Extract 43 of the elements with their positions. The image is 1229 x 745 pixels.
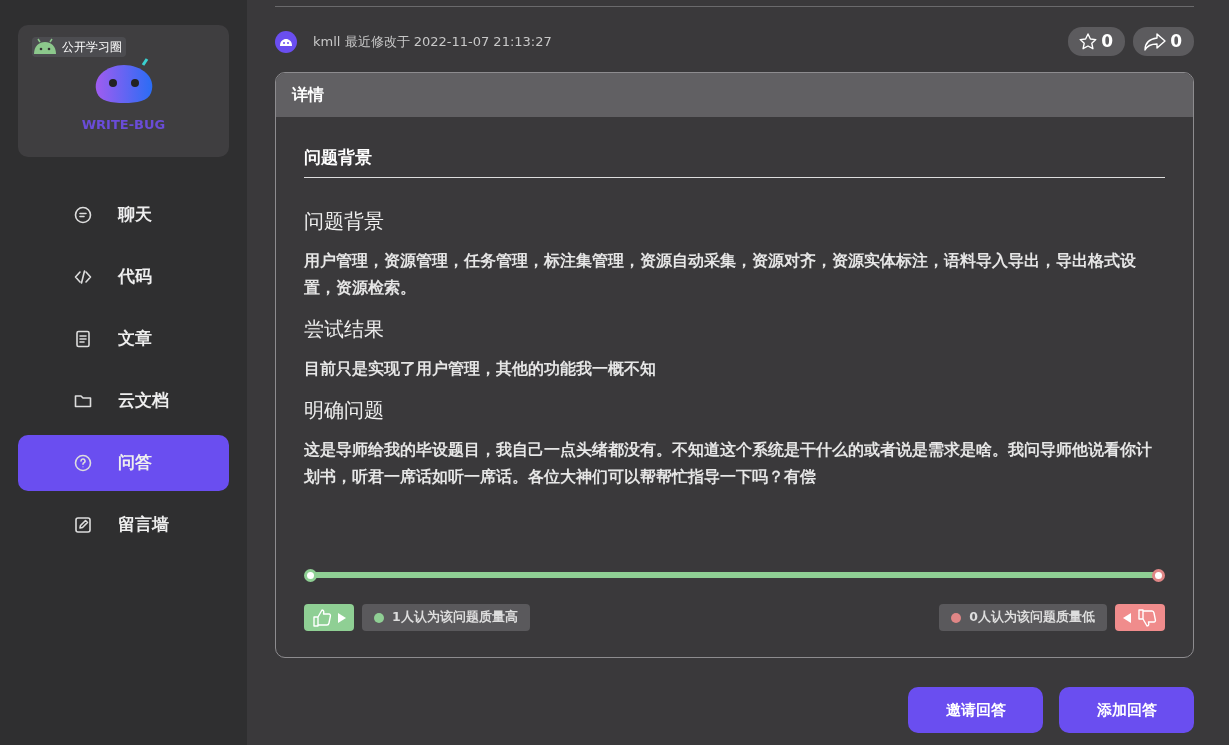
content-paragraph: 用户管理，资源管理，任务管理，标注集管理，资源自动采集，资源对齐，资源实体标注，语料导入导出，导出格式设置，资源检索。 xyxy=(304,250,1137,299)
thumbs-down-icon xyxy=(1137,607,1157,628)
downvote-count: 0人认为该问题质量低 xyxy=(939,604,1107,631)
star-icon xyxy=(1078,31,1099,52)
answer-button[interactable]: 添加回答 xyxy=(1059,687,1194,733)
share-button[interactable]: 0 xyxy=(1133,27,1194,56)
content-paragraph: 目前只是实现了用户管理，其他的功能我一概不知 xyxy=(304,358,657,380)
nav-item[interactable]: 云文档 xyxy=(18,373,229,429)
play-left-icon xyxy=(1123,612,1131,623)
edit-icon xyxy=(74,516,92,534)
chat-icon xyxy=(74,206,92,224)
document-icon xyxy=(74,330,92,348)
content-heading: 明确问题 xyxy=(304,396,385,424)
answer-button[interactable]: 邀请回答 xyxy=(908,687,1043,733)
status-dot xyxy=(374,612,384,623)
thumbs-up-icon xyxy=(312,607,332,628)
nav-item[interactable]: 聊天 xyxy=(18,187,229,243)
upvote-count: 1人认为该问题质量高 xyxy=(362,604,530,631)
share-icon xyxy=(1143,31,1168,52)
section-title: 问题背景 xyxy=(304,145,1165,178)
content-heading: 尝试结果 xyxy=(304,315,385,343)
status-dot xyxy=(951,612,962,623)
nav-item[interactable]: 代码 xyxy=(18,249,229,305)
content-heading: 问题背景 xyxy=(304,207,385,235)
nav-item[interactable]: 留言墙 xyxy=(18,497,229,553)
android-icon xyxy=(32,38,58,56)
author-modified-time: kmll 最近修改于 2022-11-07 21:13:27 xyxy=(313,32,552,51)
star-button[interactable]: 0 xyxy=(1068,27,1126,56)
content-paragraph: 这是导师给我的毕设题目，我自己一点头绪都没有。不知道这个系统是干什么的或者说是需求是啥。我问导师他说看你计划书，听君一席话如听一席话。各位大神们可以帮帮忙指导一下吗？有偿 xyxy=(304,439,1153,488)
card-header: 详情 xyxy=(276,73,1193,117)
avatar-icon xyxy=(275,30,297,53)
upvote-button[interactable] xyxy=(304,604,354,631)
slider-end-dot xyxy=(1152,569,1165,582)
nav-item[interactable]: 文章 xyxy=(18,311,229,367)
code-icon xyxy=(74,268,92,286)
folder-icon xyxy=(74,392,92,410)
play-icon xyxy=(338,612,346,623)
nav-item[interactable]: 问答 xyxy=(18,435,229,491)
circle-badge: 公开学习圈 xyxy=(32,37,126,57)
brand-name: WRITE-BUG xyxy=(81,116,166,135)
downvote-button[interactable] xyxy=(1115,604,1165,631)
slider-end-dot xyxy=(304,569,317,582)
question-icon xyxy=(74,454,92,472)
